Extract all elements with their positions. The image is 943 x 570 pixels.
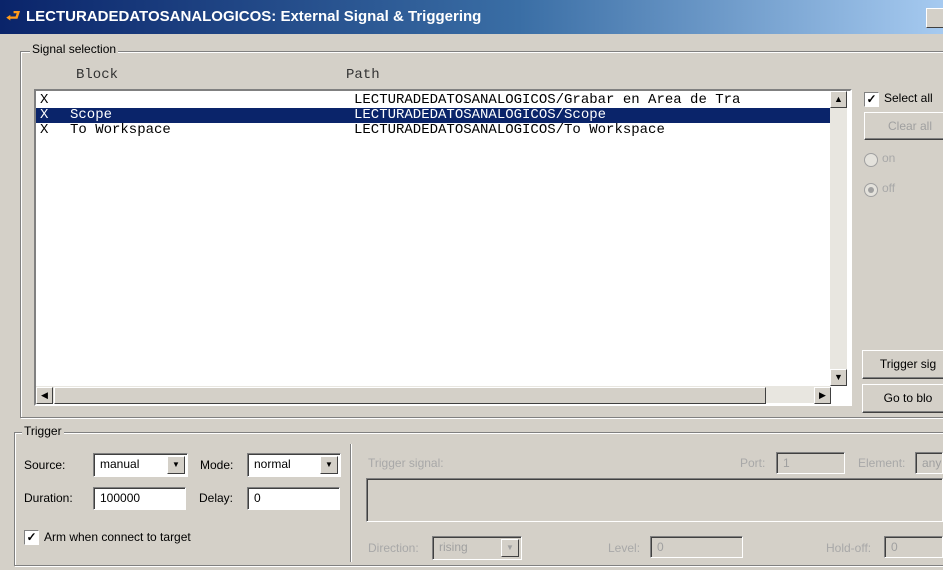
list-item[interactable]: X LECTURADEDATOSANALOGICOS/Grabar en Are… bbox=[36, 93, 832, 108]
trigger-group-label: Trigger bbox=[22, 424, 64, 438]
source-label: Source: bbox=[24, 458, 66, 472]
row-block: Scope bbox=[70, 107, 113, 123]
scroll-up-button[interactable]: ▲ bbox=[830, 91, 847, 108]
signal-list[interactable]: X LECTURADEDATOSANALOGICOS/Grabar en Are… bbox=[34, 89, 852, 406]
list-item[interactable]: X To Workspace LECTURADEDATOSANALOGICOS/… bbox=[36, 123, 832, 138]
trigger-signal-field[interactable] bbox=[366, 478, 943, 522]
simulink-icon: ⮐ bbox=[6, 8, 21, 25]
direction-label: Direction: bbox=[368, 541, 419, 555]
on-label: on bbox=[882, 151, 896, 165]
scroll-left-button[interactable]: ◀ bbox=[36, 387, 53, 404]
check-icon: ✓ bbox=[26, 530, 37, 544]
select-all-checkbox[interactable]: ✓ bbox=[864, 92, 879, 107]
duration-field[interactable]: 100000 bbox=[93, 487, 186, 510]
row-mark: X bbox=[40, 92, 49, 108]
horizontal-scroll-thumb[interactable] bbox=[54, 387, 766, 404]
mode-dropdown[interactable]: normal ▼ bbox=[247, 453, 341, 477]
delay-field[interactable]: 0 bbox=[247, 487, 340, 510]
list-item[interactable]: X Scope LECTURADEDATOSANALOGICOS/Scope bbox=[36, 108, 832, 123]
trigger-signal-label: Trigger signal: bbox=[368, 456, 444, 470]
trigger-separator bbox=[350, 444, 351, 562]
on-radio[interactable] bbox=[864, 153, 878, 167]
mode-value: normal bbox=[254, 457, 291, 471]
scroll-right-button[interactable]: ▶ bbox=[814, 387, 831, 404]
clear-all-button[interactable]: Clear all bbox=[864, 112, 943, 140]
column-header-path: Path bbox=[346, 67, 380, 83]
port-label: Port: bbox=[740, 456, 766, 470]
chevron-down-icon[interactable]: ▼ bbox=[320, 456, 338, 474]
level-field[interactable]: 0 bbox=[650, 536, 743, 558]
chevron-down-icon[interactable]: ▼ bbox=[501, 539, 519, 557]
holdoff-field[interactable]: 0 bbox=[884, 536, 943, 558]
go-to-block-button[interactable]: Go to blo bbox=[862, 384, 943, 413]
direction-value: rising bbox=[439, 540, 468, 554]
level-label: Level: bbox=[608, 541, 641, 555]
off-radio[interactable] bbox=[864, 183, 878, 197]
row-mark: X bbox=[40, 122, 49, 138]
row-path: LECTURADEDATOSANALOGICOS/Scope bbox=[354, 107, 607, 123]
arm-checkbox[interactable]: ✓ bbox=[24, 530, 39, 545]
row-block: To Workspace bbox=[70, 122, 171, 138]
signal-selection-label: Signal selection bbox=[30, 42, 119, 56]
row-mark: X bbox=[40, 107, 49, 123]
scroll-down-button[interactable]: ▼ bbox=[830, 369, 847, 386]
element-label: Element: bbox=[858, 456, 906, 470]
trigger-signal-button[interactable]: Trigger sig bbox=[862, 350, 943, 379]
arm-label: Arm when connect to target bbox=[44, 530, 191, 544]
off-label: off bbox=[882, 181, 896, 195]
holdoff-label: Hold-off: bbox=[826, 541, 872, 555]
source-dropdown[interactable]: manual ▼ bbox=[93, 453, 188, 477]
duration-label: Duration: bbox=[24, 491, 73, 505]
mode-label: Mode: bbox=[200, 458, 234, 472]
row-path: LECTURADEDATOSANALOGICOS/To Workspace bbox=[354, 122, 665, 138]
source-value: manual bbox=[100, 457, 140, 471]
check-icon: ✓ bbox=[866, 92, 877, 106]
direction-dropdown[interactable]: rising ▼ bbox=[432, 536, 522, 560]
window-control-button[interactable] bbox=[926, 8, 943, 28]
element-field[interactable]: any bbox=[915, 452, 943, 474]
select-all-label: Select all bbox=[884, 91, 933, 105]
column-header-block: Block bbox=[76, 67, 119, 83]
port-field[interactable]: 1 bbox=[776, 452, 845, 474]
vertical-scrollbar[interactable] bbox=[830, 91, 847, 386]
window-title: LECTURADEDATOSANALOGICOS: External Signa… bbox=[26, 8, 482, 25]
chevron-down-icon[interactable]: ▼ bbox=[167, 456, 185, 474]
delay-label: Delay: bbox=[199, 491, 234, 505]
row-path: LECTURADEDATOSANALOGICOS/Grabar en Area … bbox=[354, 92, 741, 108]
